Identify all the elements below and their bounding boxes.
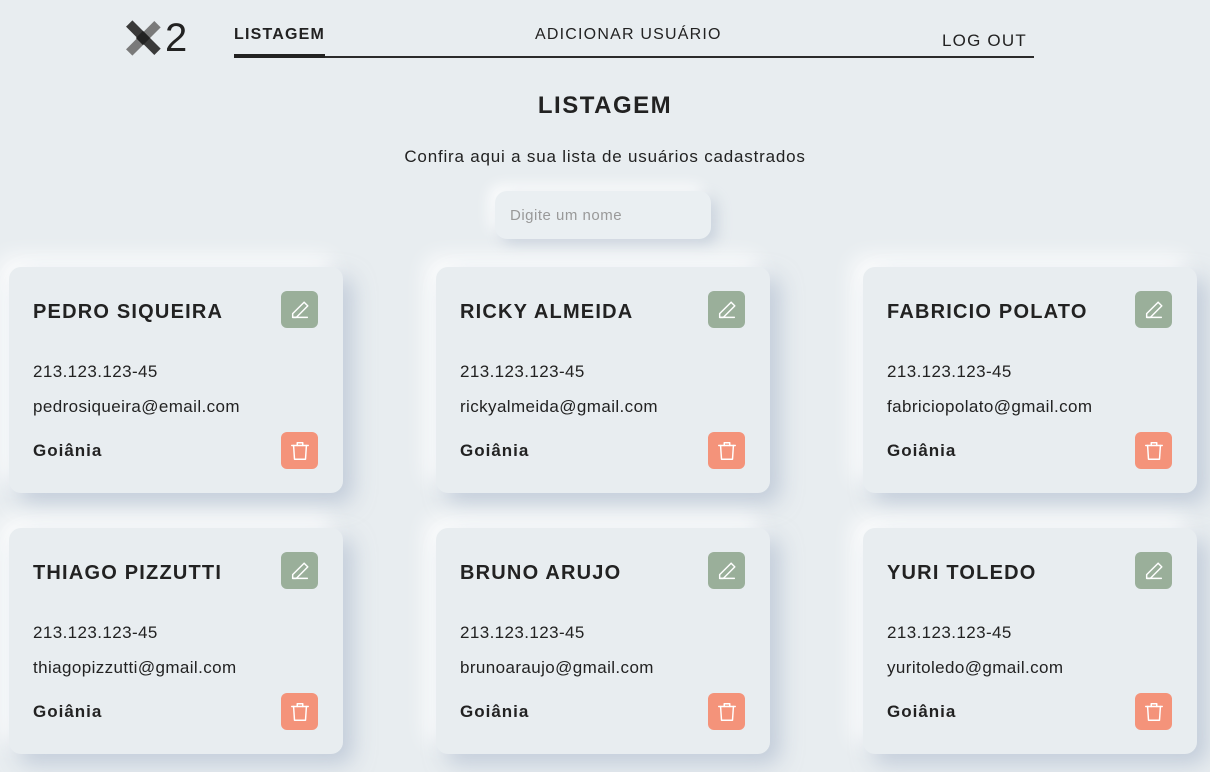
user-city: Goiânia [460,441,530,460]
user-name: FABRICIO POLATO [887,301,1088,323]
trash-icon [717,441,736,460]
user-city: Goiânia [33,702,103,721]
user-card: PEDRO SIQUEIRA 213.123.123-45 pedrosique… [9,267,343,493]
user-card: RICKY ALMEIDA 213.123.123-45 rickyalmeid… [436,267,770,493]
top-nav: LISTAGEM ADICIONAR USUÁRIO LOG OUT [234,20,1034,58]
user-email: brunoaraujo@gmail.com [460,658,654,677]
pencil-icon [1145,561,1163,579]
user-email: yuritoledo@gmail.com [887,658,1064,677]
user-phone: 213.123.123-45 [460,623,585,642]
user-email: pedrosiqueira@email.com [33,397,240,416]
search-input[interactable] [495,191,711,239]
trash-icon [1144,702,1163,721]
nav-item-listagem[interactable]: LISTAGEM [234,26,326,58]
logo[interactable]: 2 [125,18,187,58]
nav-item-adicionar-usuario[interactable]: ADICIONAR USUÁRIO [535,26,722,44]
user-card: FABRICIO POLATO 213.123.123-45 fabriciop… [863,267,1197,493]
user-city: Goiânia [460,702,530,721]
user-name: BRUNO ARUJO [460,562,622,584]
user-phone: 213.123.123-45 [33,362,158,381]
user-phone: 213.123.123-45 [887,362,1012,381]
edit-button[interactable] [708,291,745,328]
delete-button[interactable] [1135,693,1172,730]
pencil-icon [291,561,309,579]
pencil-icon [718,561,736,579]
logout-button[interactable]: LOG OUT [942,31,1027,51]
user-name: THIAGO PIZZUTTI [33,562,223,584]
delete-button[interactable] [281,693,318,730]
edit-button[interactable] [708,552,745,589]
edit-button[interactable] [1135,291,1172,328]
user-card: THIAGO PIZZUTTI 213.123.123-45 thiagopiz… [9,528,343,754]
delete-button[interactable] [708,432,745,469]
user-city: Goiânia [33,441,103,460]
delete-button[interactable] [708,693,745,730]
user-email: fabriciopolato@gmail.com [887,397,1093,416]
edit-button[interactable] [281,552,318,589]
pencil-icon [291,300,309,318]
user-phone: 213.123.123-45 [887,623,1012,642]
user-email: thiagopizzutti@gmail.com [33,658,237,677]
trash-icon [1144,441,1163,460]
page-subtitle: Confira aqui a sua lista de usuários cad… [404,147,806,166]
user-card: YURI TOLEDO 213.123.123-45 yuritoledo@gm… [863,528,1197,754]
user-city: Goiânia [887,441,957,460]
delete-button[interactable] [1135,432,1172,469]
user-card: BRUNO ARUJO 213.123.123-45 brunoaraujo@g… [436,528,770,754]
pencil-icon [718,300,736,318]
user-phone: 213.123.123-45 [33,623,158,642]
user-phone: 213.123.123-45 [460,362,585,381]
user-name: RICKY ALMEIDA [460,301,634,323]
logo-x-icon [126,20,161,56]
user-name: YURI TOLEDO [887,562,1037,584]
page-title: LISTAGEM [537,92,673,119]
pencil-icon [1145,300,1163,318]
edit-button[interactable] [1135,552,1172,589]
user-city: Goiânia [887,702,957,721]
trash-icon [717,702,736,721]
edit-button[interactable] [281,291,318,328]
user-name: PEDRO SIQUEIRA [33,301,224,323]
trash-icon [290,441,309,460]
user-email: rickyalmeida@gmail.com [460,397,658,416]
logo-text: 2 [165,16,188,60]
delete-button[interactable] [281,432,318,469]
trash-icon [290,702,309,721]
